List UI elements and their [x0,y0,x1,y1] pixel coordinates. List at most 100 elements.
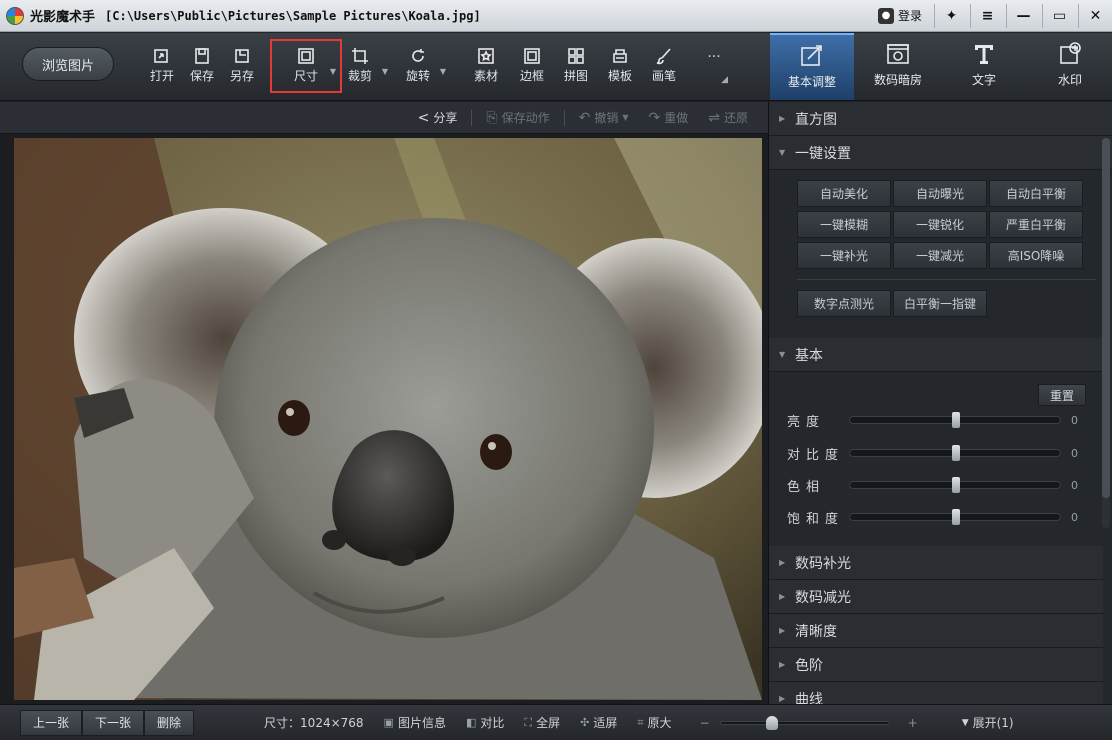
section-basic[interactable]: ▼ 基本 [769,338,1103,372]
app-logo-icon [6,6,24,25]
section-fill-light[interactable]: ▶ 数码补光 [769,546,1103,580]
original-size-button[interactable]: ⌗ 原大 [637,714,671,731]
expand-icon: ▶ [779,114,786,123]
slider-track[interactable] [849,445,1061,461]
browse-images-button[interactable]: 浏览图片 [22,47,114,81]
slider-track[interactable] [849,477,1061,493]
spot-metering-button[interactable]: 数字点测光 [797,290,891,317]
section-levels[interactable]: ▶ 色阶 [769,648,1103,682]
white-balance-picker-button[interactable]: 白平衡一指键 [893,290,987,317]
border-button[interactable]: 边框 [512,41,552,91]
slider-thumb[interactable] [952,477,960,493]
zoom-slider-thumb[interactable] [765,715,778,730]
zoom-out-button[interactable]: − [700,716,710,730]
material-button[interactable]: 素材 [466,41,506,91]
fullscreen-button[interactable]: ⛶ 全屏 [524,714,560,731]
undo-icon: ↶ [578,109,591,126]
auto-exposure-button[interactable]: 自动曝光 [893,180,987,207]
maximize-icon[interactable]: ▭ [1042,3,1076,28]
brush-button[interactable]: 画笔 [644,41,684,91]
section-clarity[interactable]: ▶ 清晰度 [769,614,1103,648]
save-as-button[interactable]: 另存 [222,41,262,91]
fit-screen-button[interactable]: ✣ 适屏 [580,714,617,731]
tab-watermark[interactable]: 水印 [1028,33,1112,100]
image-info-button[interactable]: ▣ 图片信息 [384,714,446,731]
tab-darkroom[interactable]: 数码暗房 [856,33,940,100]
collage-button[interactable]: 拼图 [556,41,596,91]
save-action-button[interactable]: ⎘ 保存动作 [480,109,555,126]
open-button[interactable]: 打开 [142,41,182,91]
koala-image [14,138,762,700]
save-button[interactable]: 保存 [182,41,222,91]
next-image-button[interactable]: 下一张 [82,709,145,736]
auto-white-balance-button[interactable]: 自动白平衡 [989,180,1083,207]
rotate-button[interactable]: 旋转 ▼ [398,41,446,91]
crop-dropdown-icon[interactable]: ▼ [382,67,388,76]
section-histogram[interactable]: ▶ 直方图 [769,102,1112,136]
koala-photo[interactable] [14,138,762,700]
section-curves[interactable]: ▶ 曲线 [769,682,1103,704]
metering-buttons: 数字点测光 白平衡一指键 [769,280,1112,317]
auto-beautify-button[interactable]: 自动美化 [797,180,891,207]
slider-thumb[interactable] [952,445,960,461]
login-button[interactable]: ● 登录 [868,4,932,28]
save-action-icon: ⎘ [486,109,498,126]
delete-image-button[interactable]: 删除 [144,709,195,736]
undo-dropdown-icon[interactable]: ▼ [622,113,628,122]
original-size-icon: ⌗ [637,715,644,729]
adjust-panel: ▶ 直方图 ▼ 一键设置 自动美化 自动曝光 自动白平衡 一键模糊 一键锐化 严… [768,102,1112,704]
strong-white-balance-button[interactable]: 严重白平衡 [989,211,1083,238]
crop-button[interactable]: 裁剪 ▼ [340,41,388,91]
resize-button[interactable]: 尺寸 ▼ [270,39,342,93]
high-iso-denoise-button[interactable]: 高ISO降噪 [989,242,1083,269]
expand-filmstrip-button[interactable]: ▼ 展开(1) [962,714,1014,731]
fill-light-button[interactable]: 一键补光 [797,242,891,269]
fullscreen-icon: ⛶ [524,715,533,729]
hue-slider[interactable]: 色相 0 [787,475,1087,495]
tab-text[interactable]: 文字 [942,33,1026,100]
expand-corner-icon: ◢ [721,75,728,85]
share-button[interactable]: < 分享 [412,109,464,126]
one-click-buttons: 自动美化 自动曝光 自动白平衡 一键模糊 一键锐化 严重白平衡 一键补光 一键减… [769,170,1112,269]
compare-button[interactable]: ◧ 对比 [466,714,504,731]
slider-track[interactable] [849,412,1061,428]
login-label: 登录 [897,9,922,23]
undo-button[interactable]: ↶ 撤销 ▼ [573,109,635,126]
basic-adjust-icon [801,45,822,66]
template-button[interactable]: 模板 [600,41,640,91]
collage-icon [568,48,584,64]
section-reduce-light[interactable]: ▶ 数码减光 [769,580,1103,614]
restore-button[interactable]: ⇌ 还原 [702,109,754,126]
redo-icon: ↷ [648,109,661,126]
menu-icon[interactable]: ≡ [970,3,1004,28]
brightness-slider[interactable]: 亮度 0 [787,410,1087,430]
slider-thumb[interactable] [952,412,960,428]
one-click-sharpen-button[interactable]: 一键锐化 [893,211,987,238]
reset-button[interactable]: 重置 [1038,384,1086,406]
one-click-blur-button[interactable]: 一键模糊 [797,211,891,238]
close-icon[interactable]: ✕ [1078,3,1112,28]
material-icon [478,48,494,64]
pin-icon[interactable]: ✦ [934,3,968,28]
minimize-icon[interactable]: — [1006,3,1040,28]
contrast-slider[interactable]: 对比度 0 [787,443,1087,463]
save-icon [195,48,209,64]
resize-dropdown-icon[interactable]: ▼ [330,67,336,76]
main-toolbar: 浏览图片 打开 保存 另存 尺寸 ▼ 裁剪 ▼ 旋转 ▼ 素材 边框 拼图 模板 [0,33,1112,101]
collapse-icon: ▼ [779,350,786,359]
zoom-in-button[interactable]: + [908,716,918,730]
image-size-label: 尺寸：1024×768 [264,716,364,730]
rotate-dropdown-icon[interactable]: ▼ [440,67,446,76]
prev-image-button[interactable]: 上一张 [20,709,83,736]
section-one-click[interactable]: ▼ 一键设置 [769,136,1112,170]
panel-scrollbar[interactable] [1102,138,1110,528]
saturation-slider[interactable]: 饱和度 0 [787,507,1087,527]
redo-button[interactable]: ↷ 重做 [643,109,695,126]
slider-thumb[interactable] [952,509,960,525]
tab-basic-adjust[interactable]: 基本调整 [770,33,854,100]
scrollbar-thumb[interactable] [1102,138,1110,498]
reduce-light-button[interactable]: 一键减光 [893,242,987,269]
more-tools-button[interactable]: ··· ◢ [694,41,734,91]
zoom-slider[interactable] [719,715,890,730]
slider-track[interactable] [849,509,1061,525]
